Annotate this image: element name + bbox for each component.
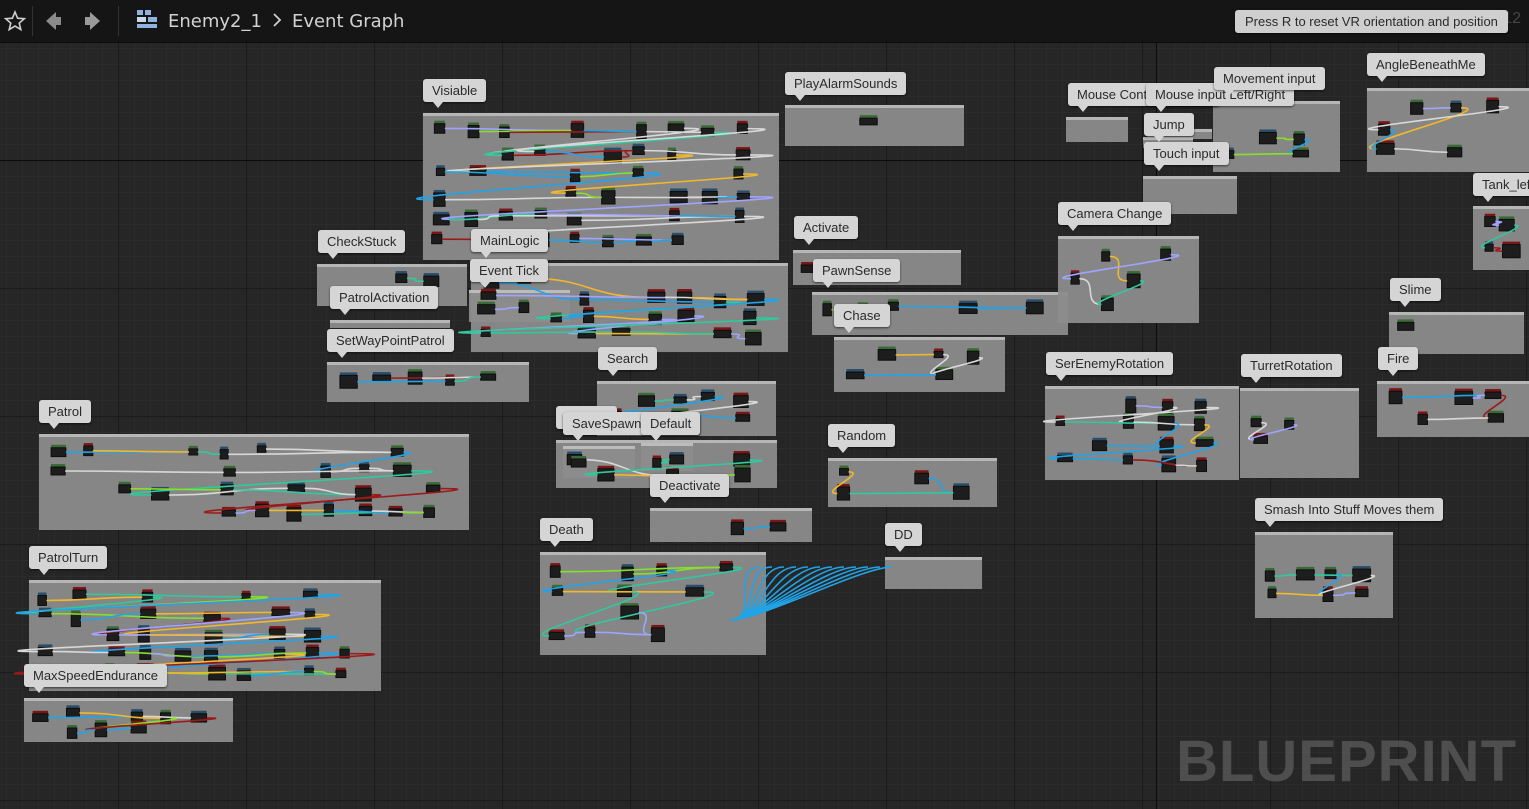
comment-box-event-tick[interactable]: [469, 290, 570, 322]
comment-title-movement-input[interactable]: Movement input: [1214, 67, 1325, 96]
comment-title-ser-enemy-rotation[interactable]: SerEnemyRotation: [1046, 352, 1174, 381]
comment-title-angle-beneath-me[interactable]: AngleBeneathMe: [1367, 53, 1485, 82]
chevron-right-icon: [272, 12, 282, 31]
graph-canvas[interactable]: Visiable PlayAlarmSounds Mouse Control Cam…: [0, 42, 1529, 809]
comment-title-camera-change[interactable]: Camera Change: [1058, 202, 1172, 231]
comment-body: [1045, 386, 1239, 480]
comment-box-chase[interactable]: [834, 337, 1005, 392]
comment-box-smash-into-stuff[interactable]: [1255, 532, 1393, 618]
comment-body: [828, 458, 997, 507]
comment-box-angle-beneath-me[interactable]: [1367, 88, 1529, 172]
comment-title-chase[interactable]: Chase: [834, 304, 890, 333]
blueprint-watermark: BLUEPRINT: [1176, 729, 1517, 794]
comment-title-play-alarm-sounds[interactable]: PlayAlarmSounds: [785, 72, 907, 101]
breadcrumb-graph[interactable]: Event Graph: [292, 11, 405, 32]
comment-body: [1367, 88, 1529, 172]
comment-box-ser-enemy-rotation[interactable]: [1045, 386, 1239, 480]
comment-box-fire[interactable]: [1377, 381, 1529, 437]
comment-body: [1255, 532, 1393, 618]
comment-title-main-logic[interactable]: MainLogic: [471, 229, 549, 258]
comment-box-tank-left[interactable]: [1473, 206, 1529, 270]
comment-title-set-waypoint-patrol[interactable]: SetWayPointPatrol: [327, 329, 454, 358]
comment-box-turret-rotation[interactable]: [1240, 388, 1359, 478]
comment-box-patrol[interactable]: [39, 434, 469, 530]
comment-title-slime[interactable]: Slime: [1390, 278, 1441, 307]
comment-title-tank-left[interactable]: Tank_left: [1473, 173, 1529, 202]
comment-body: [1213, 101, 1340, 172]
comment-box-mouse-control[interactable]: [1066, 117, 1128, 142]
comment-title-pawn-sense[interactable]: PawnSense: [813, 259, 901, 288]
comment-body: [330, 320, 450, 328]
breadcrumb-asset[interactable]: Enemy2_1: [168, 11, 262, 32]
comment-body: [1066, 117, 1128, 142]
comment-title-touch-input[interactable]: Touch input: [1144, 142, 1229, 171]
comment-body: [39, 434, 469, 530]
comment-title-check-stuck[interactable]: CheckStuck: [318, 230, 406, 259]
comment-title-dd[interactable]: DD: [885, 523, 922, 552]
comment-body: [1473, 206, 1529, 270]
comment-body: [540, 552, 766, 655]
comment-body: [327, 362, 529, 402]
comment-title-default[interactable]: Default: [641, 412, 701, 441]
toolbar-divider: [118, 6, 119, 36]
vr-reset-hint: Press R to reset VR orientation and posi…: [1235, 10, 1508, 33]
comment-box-set-waypoint-patrol[interactable]: [327, 362, 529, 402]
comment-title-patrol[interactable]: Patrol: [39, 400, 91, 429]
comment-title-jump[interactable]: Jump: [1144, 113, 1194, 142]
comment-body: [1240, 388, 1359, 478]
comment-body: [885, 557, 982, 589]
comment-body: [563, 446, 635, 478]
comment-box-death[interactable]: [540, 552, 766, 655]
comment-box-camera-change[interactable]: [1058, 236, 1199, 323]
comment-box-deactivate[interactable]: [650, 508, 812, 542]
comment-title-death[interactable]: Death: [540, 518, 593, 547]
comment-title-activate[interactable]: Activate: [794, 216, 859, 245]
comment-title-max-speed-endurance[interactable]: MaxSpeedEndurance: [24, 664, 168, 693]
comment-box-max-speed-endurance[interactable]: [24, 698, 233, 742]
comment-title-patrol-turn[interactable]: PatrolTurn: [29, 546, 108, 575]
comment-body: [650, 508, 812, 542]
comment-body: [1058, 236, 1199, 323]
comment-box-default[interactable]: [641, 443, 693, 471]
comment-body: [641, 443, 693, 471]
favorite-star-icon[interactable]: [0, 6, 30, 36]
breadcrumb: Enemy2_1 Event Graph: [136, 0, 404, 42]
comment-box-save-spawn-location[interactable]: [563, 446, 635, 478]
comment-body: [469, 290, 570, 322]
comment-title-turret-rotation[interactable]: TurretRotation: [1241, 354, 1342, 383]
comment-title-random[interactable]: Random: [828, 424, 896, 453]
comment-body: [834, 337, 1005, 392]
comment-body: [1377, 381, 1529, 437]
comment-body: [24, 698, 233, 742]
forward-arrow-icon[interactable]: [78, 6, 108, 36]
comment-title-deactivate[interactable]: Deactivate: [650, 474, 730, 503]
toolbar-divider: [32, 6, 33, 36]
comment-title-smash-into-stuff[interactable]: Smash Into Stuff Moves them: [1255, 498, 1444, 527]
back-arrow-icon[interactable]: [38, 6, 68, 36]
comment-title-patrol-activation[interactable]: PatrolActivation: [330, 286, 439, 315]
comment-title-search[interactable]: Search: [598, 347, 658, 376]
comment-title-fire[interactable]: Fire: [1378, 347, 1419, 376]
comment-title-visiable[interactable]: Visiable: [423, 79, 487, 108]
comment-body: [785, 105, 964, 146]
blueprint-grid-icon: [136, 9, 158, 34]
comment-box-random[interactable]: [828, 458, 997, 507]
comment-box-play-alarm-sounds[interactable]: [785, 105, 964, 146]
comment-box-movement-input[interactable]: [1213, 101, 1340, 172]
comment-box-patrol-activation[interactable]: [330, 320, 450, 328]
comment-title-event-tick[interactable]: Event Tick: [470, 259, 548, 288]
comment-box-dd[interactable]: [885, 557, 982, 589]
